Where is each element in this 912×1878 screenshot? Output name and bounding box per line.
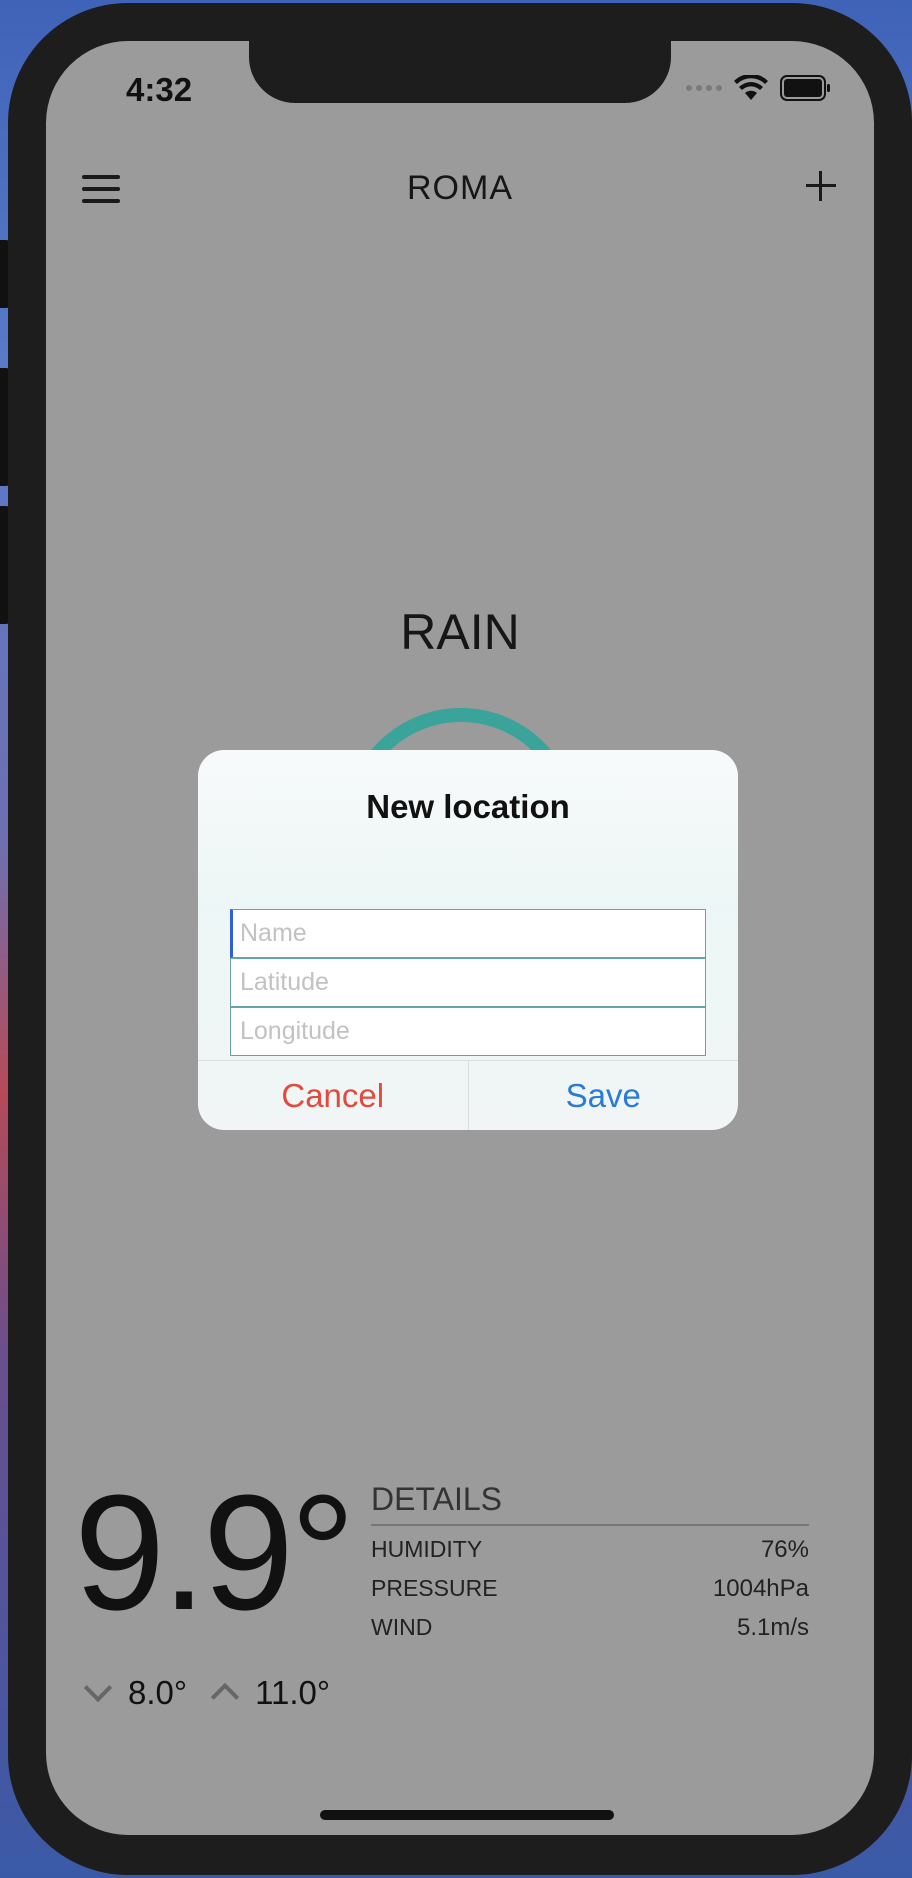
weather-condition: RAIN — [400, 604, 520, 660]
add-location-icon[interactable] — [804, 169, 838, 203]
dialog-button-row: Cancel Save — [198, 1060, 738, 1130]
home-indicator[interactable] — [320, 1810, 614, 1820]
detail-row-humidity: HUMIDITY 76% — [371, 1536, 809, 1565]
detail-label: WIND — [371, 1614, 433, 1640]
cancel-button[interactable]: Cancel — [198, 1061, 469, 1130]
name-input[interactable] — [230, 909, 706, 958]
detail-row-wind: WIND 5.1m/s — [371, 1614, 809, 1643]
save-button[interactable]: Save — [469, 1061, 739, 1130]
phone-frame: 4:32 ROMA RAIN 9.9° 8.0° 11.0° DETAILS H… — [8, 3, 912, 1875]
status-icons — [686, 75, 832, 101]
max-temperature: 11.0° — [255, 1674, 331, 1711]
current-temperature: 9.9° — [74, 1461, 356, 1644]
chevron-down-icon — [83, 1673, 113, 1703]
longitude-input[interactable] — [230, 1007, 706, 1056]
chevron-up-icon — [210, 1682, 240, 1712]
wifi-icon — [734, 75, 768, 100]
details-panel: DETAILS HUMIDITY 76% PRESSURE 1004hPa WI… — [371, 1481, 809, 1643]
min-max-temperature: 8.0° 11.0° — [83, 1673, 331, 1712]
detail-value: 76% — [760, 1536, 809, 1563]
detail-value: 5.1m/s — [736, 1614, 809, 1641]
notch — [249, 41, 671, 103]
city-title: ROMA — [407, 169, 513, 207]
cellular-signal-icon — [686, 85, 722, 91]
battery-icon — [780, 75, 830, 101]
detail-label: HUMIDITY — [371, 1536, 483, 1562]
new-location-dialog: New location Cancel Save — [198, 750, 738, 1130]
dialog-title: New location — [366, 788, 570, 825]
latitude-input[interactable] — [230, 958, 706, 1007]
details-title: DETAILS — [371, 1481, 809, 1526]
status-time: 4:32 — [126, 71, 193, 108]
screen: 4:32 ROMA RAIN 9.9° 8.0° 11.0° DETAILS H… — [46, 41, 874, 1835]
detail-label: PRESSURE — [371, 1575, 498, 1601]
min-temperature: 8.0° — [128, 1674, 188, 1711]
detail-value: 1004hPa — [712, 1575, 809, 1602]
detail-row-pressure: PRESSURE 1004hPa — [371, 1575, 809, 1604]
